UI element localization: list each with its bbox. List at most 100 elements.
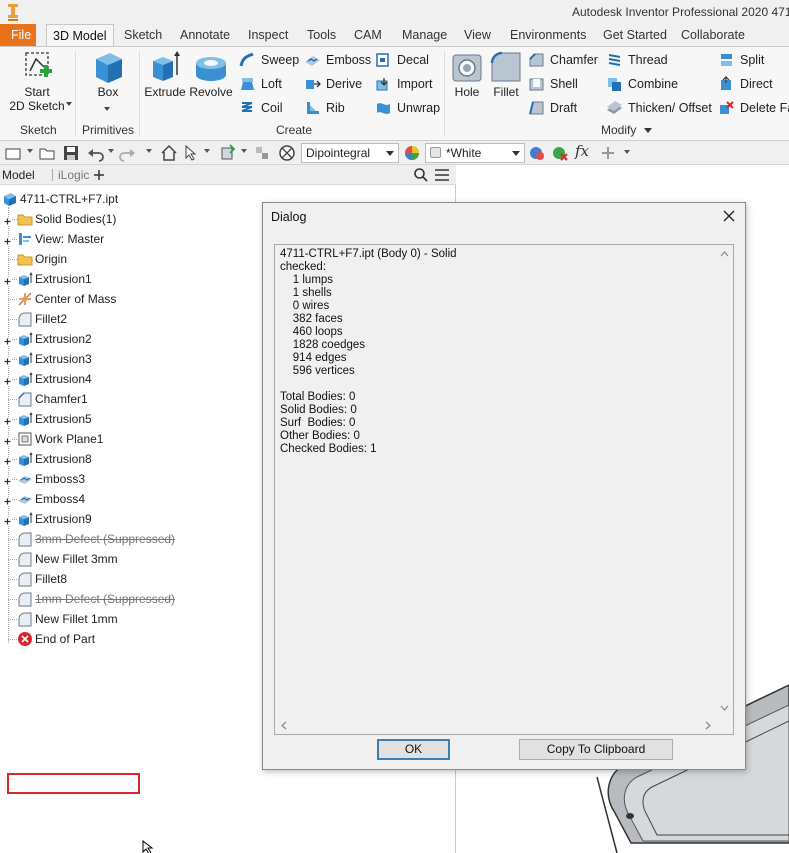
import-button[interactable]: Import xyxy=(375,74,432,94)
direct-button[interactable]: Direct xyxy=(718,74,773,94)
expand-plus-icon[interactable] xyxy=(3,495,12,506)
redo-dropdown-icon[interactable] xyxy=(146,149,152,153)
expand-plus-icon[interactable] xyxy=(3,215,12,226)
material-select[interactable]: Dipointegral xyxy=(301,143,399,163)
browser-tab-ilogic[interactable]: iLogic xyxy=(58,168,89,182)
start-sketch-dropdown-icon[interactable] xyxy=(66,102,72,106)
fillet-button[interactable]: Fillet xyxy=(488,49,524,99)
update-dropdown-icon[interactable] xyxy=(241,149,247,153)
rib-button[interactable]: Rib xyxy=(304,98,345,118)
tab-inspect[interactable]: Inspect xyxy=(242,24,294,46)
extrusion-icon xyxy=(19,272,33,286)
tab-view[interactable]: View xyxy=(458,24,497,46)
scroll-down-icon[interactable] xyxy=(720,703,729,712)
home-icon[interactable] xyxy=(160,144,178,162)
revolve-icon xyxy=(196,57,226,81)
tab-file[interactable]: File xyxy=(0,24,36,46)
new-file-icon[interactable] xyxy=(4,144,22,162)
undo-dropdown-icon[interactable] xyxy=(108,149,114,153)
tab-collaborate[interactable]: Collaborate xyxy=(675,24,751,46)
inventor-logo-icon[interactable] xyxy=(6,2,20,22)
tab-3d-model[interactable]: 3D Model xyxy=(46,24,114,46)
ok-button[interactable]: OK xyxy=(377,739,450,760)
add-tab-plus-icon[interactable] xyxy=(93,169,105,181)
tab-tools[interactable]: Tools xyxy=(301,24,342,46)
close-icon[interactable] xyxy=(721,208,737,224)
menu-icon[interactable] xyxy=(434,168,450,182)
group-label-modify[interactable]: Modify xyxy=(601,123,652,137)
chamfer-button[interactable]: Chamfer xyxy=(528,50,598,70)
shell-button[interactable]: Shell xyxy=(528,74,578,94)
browser-tab-model[interactable]: Model xyxy=(2,168,35,182)
horizontal-scrollbar[interactable] xyxy=(275,717,716,734)
inventor-window: Autodesk Inventor Professional 2020 4711… xyxy=(0,0,789,853)
new-dropdown-icon[interactable] xyxy=(27,149,33,153)
box-button[interactable]: Box xyxy=(88,49,128,99)
coil-button[interactable]: Coil xyxy=(239,98,283,118)
tab-cam[interactable]: CAM xyxy=(348,24,388,46)
loft-button[interactable]: Loft xyxy=(239,74,282,94)
tree-item-label: Solid Bodies(1) xyxy=(35,212,117,226)
expand-plus-icon[interactable] xyxy=(3,475,12,486)
tab-environments[interactable]: Environments xyxy=(504,24,592,46)
hole-button[interactable]: Hole xyxy=(449,49,485,99)
derive-button[interactable]: Derive xyxy=(304,74,362,94)
update-icon[interactable] xyxy=(219,144,237,162)
revolve-button[interactable]: Revolve xyxy=(189,49,233,99)
scroll-left-icon[interactable] xyxy=(280,721,289,730)
adaptive-icon[interactable] xyxy=(253,144,271,162)
material-dropdown-icon xyxy=(386,151,394,156)
tab-annotate[interactable]: Annotate xyxy=(174,24,236,46)
expand-plus-icon[interactable] xyxy=(3,355,12,366)
appearance-palette-icon[interactable] xyxy=(403,144,421,162)
combine-button[interactable]: Combine xyxy=(606,74,678,94)
tree-item-label: 1mm Defect (Suppressed) xyxy=(35,592,176,606)
split-button[interactable]: Split xyxy=(718,50,764,70)
clear-appearance-icon[interactable] xyxy=(551,144,569,162)
extrude-button[interactable]: Extrude xyxy=(143,49,187,99)
draft-button[interactable]: Draft xyxy=(528,98,577,118)
scroll-up-icon[interactable] xyxy=(720,250,729,259)
sweep-button[interactable]: Sweep xyxy=(239,50,299,70)
customize-toolbar-icon[interactable] xyxy=(624,150,630,154)
open-folder-icon[interactable] xyxy=(38,144,56,162)
add-icon[interactable] xyxy=(599,144,617,162)
redo-icon[interactable] xyxy=(118,144,136,162)
thicken-offset-button[interactable]: Thicken/ Offset xyxy=(606,98,712,118)
material-icon[interactable] xyxy=(278,144,296,162)
copy-to-clipboard-button[interactable]: Copy To Clipboard xyxy=(519,739,673,760)
tab-manage[interactable]: Manage xyxy=(396,24,453,46)
expand-plus-icon[interactable] xyxy=(3,515,12,526)
tab-sketch[interactable]: Sketch xyxy=(118,24,168,46)
expand-plus-icon[interactable] xyxy=(3,275,12,286)
expand-plus-icon[interactable] xyxy=(3,335,12,346)
thread-button[interactable]: Thread xyxy=(606,50,668,70)
emboss-button[interactable]: Emboss xyxy=(304,50,371,70)
derive-icon xyxy=(306,80,321,89)
decal-button[interactable]: Decal xyxy=(375,50,429,70)
ribbon-separator xyxy=(139,51,140,137)
expand-plus-icon[interactable] xyxy=(3,235,12,246)
adjust-appearance-icon[interactable] xyxy=(528,144,546,162)
select-icon[interactable] xyxy=(183,144,201,162)
appearance-select[interactable]: *White xyxy=(425,143,525,163)
parameters-fx-icon[interactable]: fx xyxy=(575,142,589,160)
extrusion-icon xyxy=(19,512,33,526)
select-dropdown-icon[interactable] xyxy=(204,149,210,153)
vertical-scrollbar[interactable] xyxy=(716,245,733,717)
search-icon[interactable] xyxy=(413,167,429,183)
save-icon[interactable] xyxy=(62,144,80,162)
report-textbox[interactable]: 4711-CTRL+F7.ipt (Body 0) - Solid checke… xyxy=(274,244,734,735)
unwrap-button[interactable]: Unwrap xyxy=(375,98,440,118)
delete-face-button[interactable]: Delete Fa xyxy=(718,98,789,118)
scroll-right-icon[interactable] xyxy=(703,721,712,730)
expand-plus-icon[interactable] xyxy=(3,415,12,426)
undo-icon[interactable] xyxy=(87,144,105,162)
tree-item-label: Extrusion5 xyxy=(35,412,92,426)
start-2d-sketch-button[interactable]: Start 2D Sketch xyxy=(8,49,66,113)
box-dropdown-icon[interactable] xyxy=(104,107,110,111)
tab-get-started[interactable]: Get Started xyxy=(597,24,673,46)
expand-plus-icon[interactable] xyxy=(3,435,12,446)
expand-plus-icon[interactable] xyxy=(3,375,12,386)
expand-plus-icon[interactable] xyxy=(3,455,12,466)
